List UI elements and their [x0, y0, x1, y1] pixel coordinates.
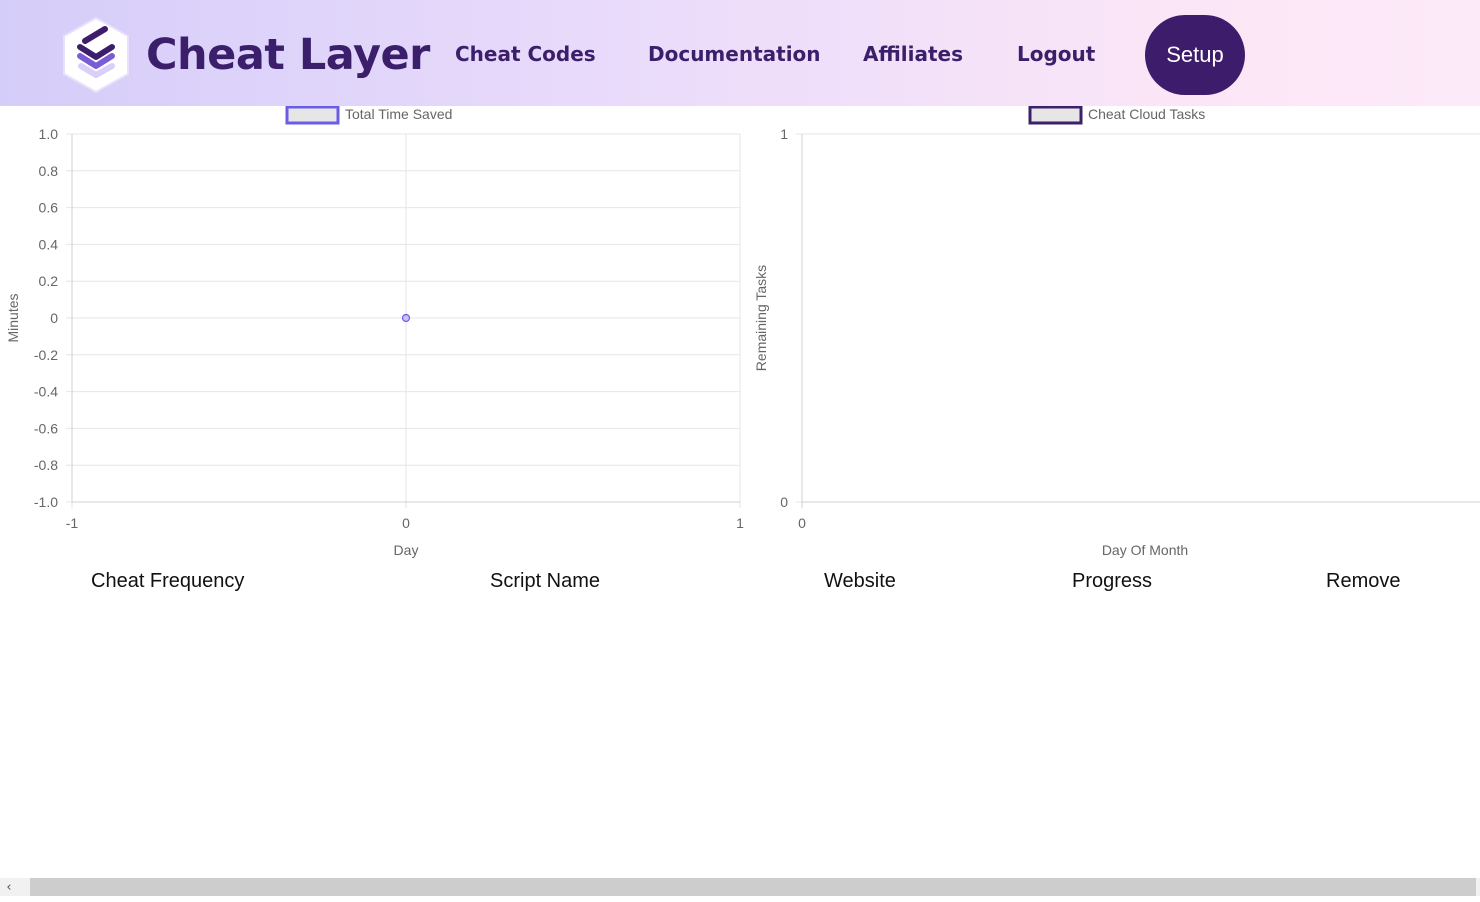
x-axis-title: Day	[394, 542, 419, 558]
col-header-website: Website	[824, 570, 896, 592]
nav-cheat-codes[interactable]: Cheat Codes	[455, 42, 596, 66]
setup-button[interactable]: Setup	[1145, 15, 1245, 95]
y-tick-label: 0	[50, 310, 58, 326]
x-tick-label: -1	[66, 515, 79, 531]
y-tick-label: -1.0	[34, 494, 58, 510]
legend-label-cheat-cloud-tasks: Cheat Cloud Tasks	[1088, 106, 1205, 122]
y-tick-label: -0.2	[34, 347, 58, 363]
brand-name[interactable]: Cheat Layer	[146, 30, 430, 80]
col-header-cheat-frequency: Cheat Frequency	[91, 570, 245, 592]
col-header-script-name: Script Name	[490, 570, 601, 592]
y-tick-label: 0.6	[39, 200, 59, 216]
nav-logout[interactable]: Logout	[1017, 42, 1095, 66]
y-tick-label: 0.2	[39, 273, 59, 289]
legend-swatch-total-time-saved	[285, 106, 340, 125]
nav-documentation[interactable]: Documentation	[648, 42, 821, 66]
data-point	[401, 313, 411, 323]
col-header-progress: Progress	[1072, 570, 1153, 592]
y-tick-label: 1	[780, 126, 788, 142]
y-tick-label: -0.6	[34, 420, 58, 436]
top-header: Cheat Layer Cheat Codes Documentation Af…	[0, 0, 1480, 106]
scroll-left-arrow-icon[interactable]: ‹	[0, 878, 18, 896]
x-tick-label: 0	[798, 515, 806, 531]
y-axis-title: Minutes	[5, 293, 21, 342]
nav-affiliates[interactable]: Affiliates	[863, 42, 963, 66]
y-axis-title: Remaining Tasks	[753, 265, 769, 371]
y-tick-label: -0.4	[34, 384, 58, 400]
x-tick-label: 0	[402, 515, 410, 531]
logo-icon[interactable]	[61, 16, 131, 94]
charts-area: Total Time Saved 1.0 0.8 0.6 0.4 0.2 0 -0.2 -0.4…	[5, 106, 1480, 558]
x-axis-title: Day Of Month	[1102, 542, 1188, 558]
y-tick-label: 1.0	[39, 126, 59, 142]
scrollbar-thumb[interactable]	[30, 878, 1476, 896]
y-tick-label: 0	[780, 494, 788, 510]
x-tick-label: 1	[736, 515, 744, 531]
horizontal-scrollbar[interactable]: ‹	[0, 878, 1480, 896]
y-tick-label: -0.8	[34, 457, 58, 473]
legend-swatch-cheat-cloud-tasks	[1028, 106, 1083, 125]
col-header-remove: Remove	[1326, 570, 1401, 592]
legend-label-total-time-saved: Total Time Saved	[345, 106, 452, 122]
y-tick-label: 0.4	[39, 236, 59, 252]
y-tick-label: 0.8	[39, 163, 59, 179]
